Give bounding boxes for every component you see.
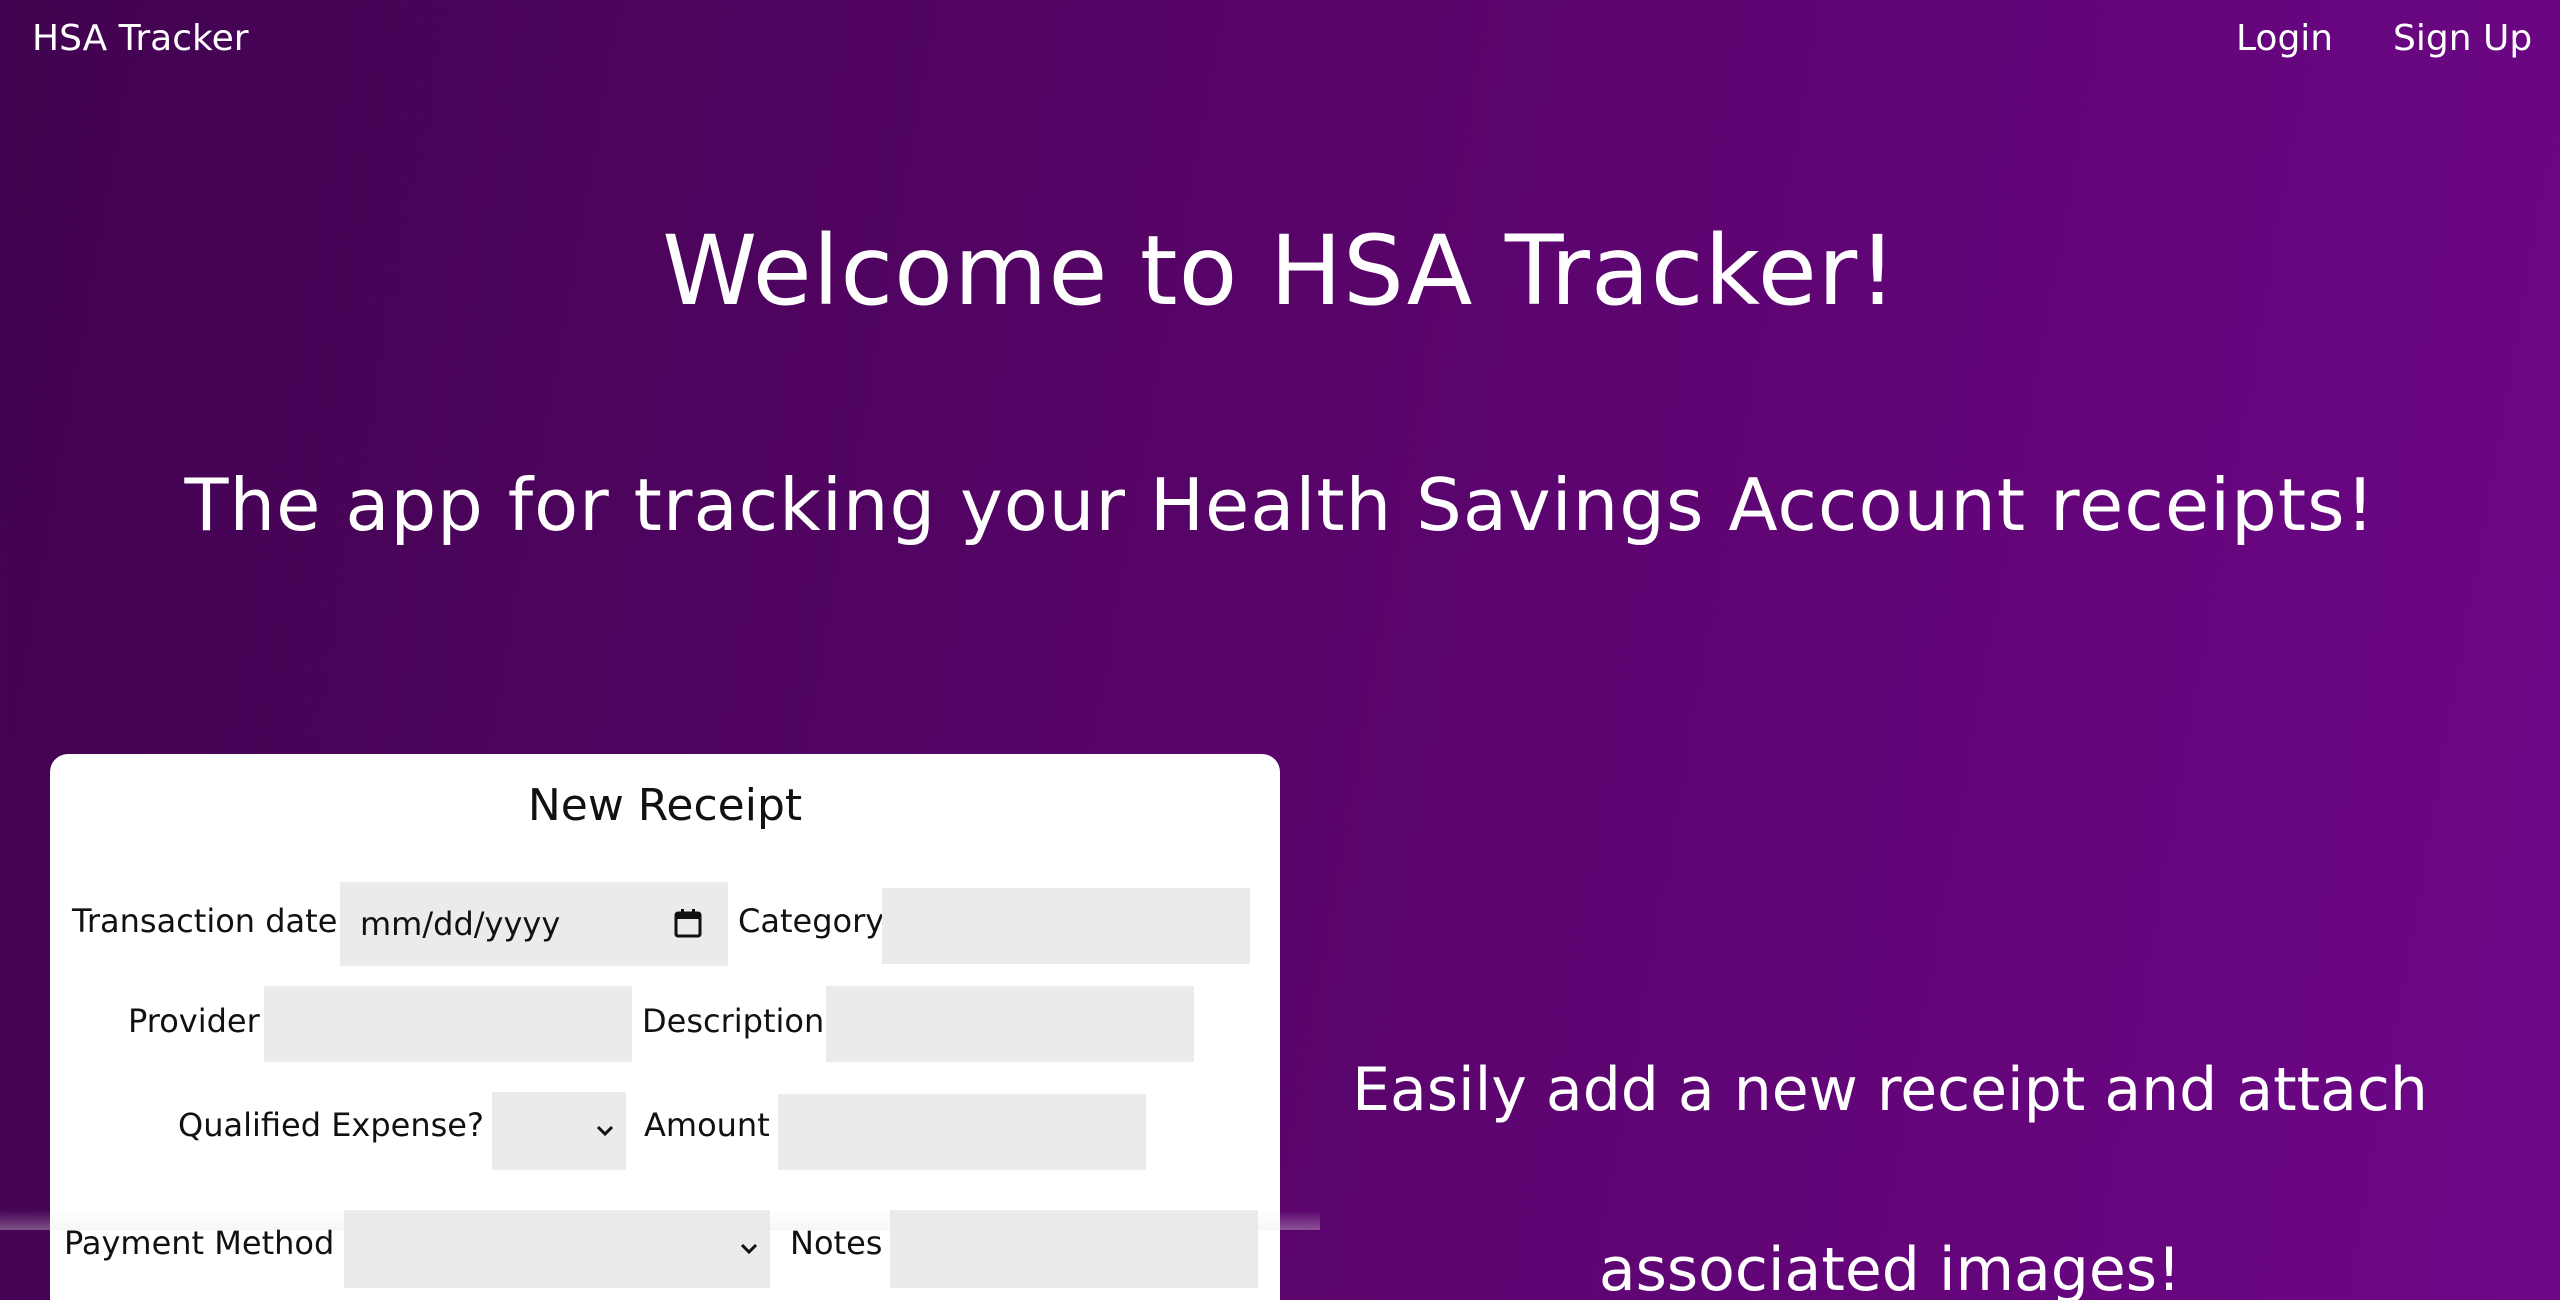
promo-text: Easily add a new receipt and attach asso… [1352,1055,2428,1300]
provider-label: Provider [128,1002,260,1040]
payment-method-select[interactable] [344,1210,770,1288]
chevron-down-icon [740,1243,758,1255]
new-receipt-card: New Receipt Transaction date mm/dd/yyyy … [50,754,1280,1300]
qualified-expense-select[interactable] [492,1092,626,1170]
chevron-down-icon [596,1125,614,1137]
description-input[interactable] [826,986,1194,1062]
category-label: Category [738,902,885,940]
login-link[interactable]: Login [2236,18,2333,59]
page-subtitle: The app for tracking your Health Savings… [184,463,2376,547]
amount-input[interactable] [778,1094,1146,1170]
signup-link[interactable]: Sign Up [2393,18,2532,59]
transaction-date-input[interactable]: mm/dd/yyyy [340,882,728,966]
transaction-date-placeholder: mm/dd/yyyy [360,905,561,943]
top-navbar: HSA Tracker Login Sign Up [0,0,2560,80]
description-label: Description [642,1002,825,1040]
brand-link[interactable]: HSA Tracker [32,18,249,59]
form-title: New Receipt [527,780,803,831]
payment-method-label: Payment Method [64,1224,335,1262]
amount-label: Amount [644,1106,770,1144]
qualified-expense-label: Qualified Expense? [178,1106,484,1144]
notes-label: Notes [790,1224,883,1262]
transaction-date-label: Transaction date [72,902,338,940]
provider-input[interactable] [264,986,632,1062]
category-input[interactable] [882,888,1250,964]
notes-input[interactable] [890,1210,1258,1288]
page-title: Welcome to HSA Tracker! [662,215,1898,327]
calendar-icon[interactable] [674,908,702,938]
